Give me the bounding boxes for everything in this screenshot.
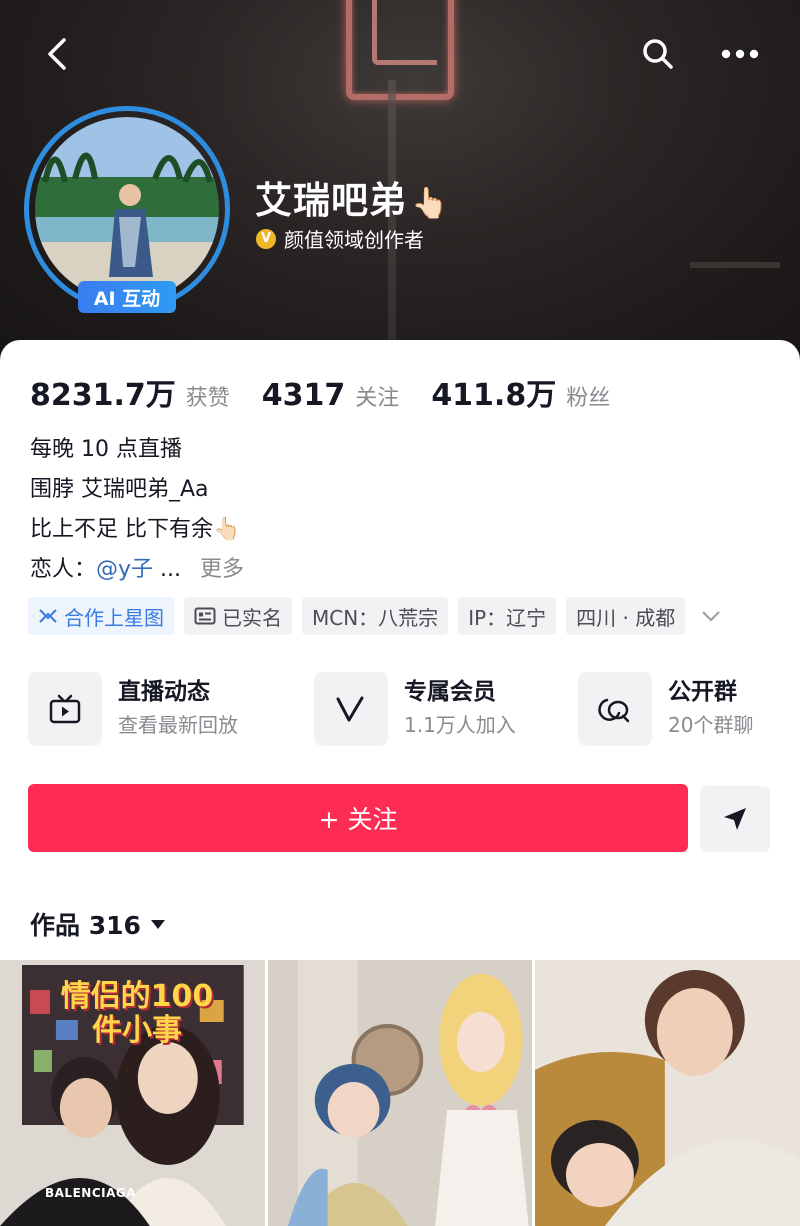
feature-membership[interactable]: 专属会员 1.1万人加入	[314, 672, 516, 746]
bio-line: 每晚 10 点直播	[30, 437, 182, 462]
search-icon	[643, 39, 673, 69]
works-grid: 情侣的100件小事 BALENCIAGA	[0, 960, 800, 1226]
feature-subtitle: 20个群聊	[668, 713, 754, 737]
verification-text: 颜值领域创作者	[284, 228, 424, 252]
following-count[interactable]: 4317	[262, 378, 346, 413]
pointing-up-emoji: 👆🏻	[213, 517, 241, 542]
feature-live[interactable]: 直播动态 查看最新回放	[28, 672, 238, 746]
feature-icon-box	[578, 672, 652, 746]
chevron-left-icon	[48, 38, 66, 70]
tag-ip[interactable]: IP：辽宁	[458, 597, 557, 635]
share-button[interactable]	[700, 786, 770, 852]
tag-real-name[interactable]: 已实名	[184, 597, 292, 635]
feature-subtitle: 1.1万人加入	[404, 713, 516, 737]
bio-line: 围脖 艾瑞吧弟_Aa	[30, 477, 209, 502]
feature-icon-box	[28, 672, 102, 746]
tag-label: MCN：八荒宗	[312, 605, 439, 630]
likes-label: 获赞	[185, 386, 230, 411]
tag-label: IP：辽宁	[468, 605, 547, 630]
back-button[interactable]	[34, 30, 82, 78]
search-button[interactable]	[634, 30, 682, 78]
tag-mcn[interactable]: MCN：八荒宗	[302, 597, 449, 635]
video-thumbnail[interactable]	[535, 960, 800, 1226]
follow-button[interactable]: + 关注	[28, 784, 688, 852]
pointing-up-emoji: 👆🏻	[411, 186, 450, 221]
video-thumbnail[interactable]	[267, 960, 533, 1226]
profile-name: 艾瑞吧弟 👆🏻	[255, 170, 449, 224]
followers-label: 粉丝	[566, 386, 611, 411]
profile-bio: 每晚 10 点直播 围脖 艾瑞吧弟_Aa 比上不足 比下有余👆🏻 恋人：@y子 …	[30, 430, 244, 590]
tv-icon	[49, 694, 81, 724]
works-label: 作品 316	[30, 911, 141, 940]
caret-down-icon	[150, 920, 165, 929]
followers-count[interactable]: 411.8万	[431, 370, 556, 414]
tag-label: 四川 · 成都	[576, 605, 676, 630]
feature-subtitle: 查看最新回放	[118, 713, 238, 737]
bio-more-link[interactable]: 更多	[200, 557, 244, 582]
background-shelf	[690, 262, 780, 268]
profile-tags: 合作上星图 已实名 MCN：八荒宗 IP：辽宁 四川 · 成都	[28, 597, 723, 635]
works-tab[interactable]: 作品 316	[30, 906, 167, 942]
tag-star-map[interactable]: 合作上星图	[28, 597, 174, 635]
following-label: 关注	[355, 386, 400, 411]
video-thumbnail[interactable]: 情侣的100件小事 BALENCIAGA	[0, 960, 265, 1226]
chat-bubbles-icon	[598, 698, 630, 723]
tag-label: 已实名	[222, 605, 282, 630]
neon-sign-decoration-inner	[372, 0, 437, 65]
ai-interaction-badge[interactable]: AI 互动	[78, 281, 176, 313]
bio-ellipsis: ...	[160, 557, 182, 582]
tag-location[interactable]: 四川 · 成都	[566, 597, 686, 635]
shirt-logo: BALENCIAGA	[45, 1186, 137, 1200]
profile-card: 8231.7万 获赞 4317 关注 411.8万 粉丝 每晚 10 点直播 围…	[0, 340, 800, 1226]
bio-line: 比上不足 比下有余👆🏻	[30, 510, 244, 550]
feature-icon-box	[314, 672, 388, 746]
feature-group-chat[interactable]: 公开群 20个群聊	[578, 672, 753, 746]
profile-stats: 8231.7万 获赞 4317 关注 411.8万 粉丝	[30, 370, 610, 414]
bio-line: 恋人：@y子 ... 更多	[30, 550, 244, 590]
more-button[interactable]	[716, 30, 764, 78]
feature-title: 直播动态	[118, 679, 210, 705]
bio-line-text: 比上不足 比下有余	[30, 517, 213, 542]
likes-count[interactable]: 8231.7万	[30, 370, 176, 414]
member-v-icon	[336, 696, 364, 722]
feature-title: 公开群	[668, 679, 737, 705]
verification: V 颜值领域创作者	[256, 224, 424, 253]
tag-label: 合作上星图	[64, 605, 164, 630]
thumbnail-caption: 情侣的100件小事	[60, 979, 214, 1048]
profile-name-text: 艾瑞吧弟	[255, 179, 407, 222]
send-arrow-icon	[724, 808, 746, 830]
chevron-down-icon[interactable]	[699, 608, 723, 624]
star-map-icon	[39, 609, 57, 623]
mention-link[interactable]: @y子	[96, 557, 153, 582]
bio-lover-label: 恋人：	[30, 557, 97, 582]
feature-title: 专属会员	[404, 679, 496, 705]
avatar-image	[35, 117, 219, 301]
more-dots-icon	[721, 49, 759, 59]
id-card-icon	[194, 607, 216, 625]
profile-header: AI 互动 艾瑞吧弟 👆🏻 V 颜值领域创作者	[0, 0, 800, 370]
verified-v-icon: V	[256, 228, 276, 249]
